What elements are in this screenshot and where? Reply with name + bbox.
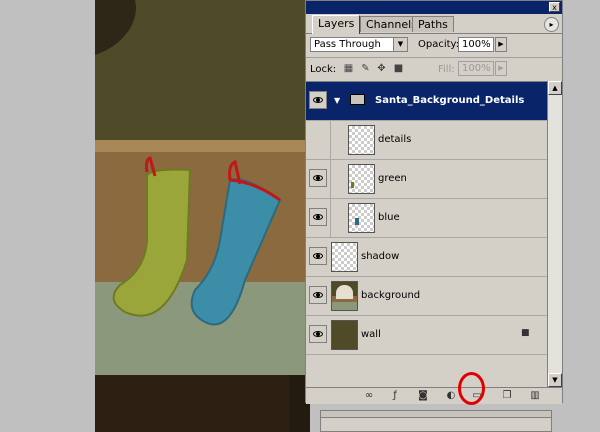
checker-lock-icon[interactable]: ▦ <box>343 63 354 74</box>
secondary-palette <box>320 410 552 432</box>
layer-name: green <box>378 173 407 184</box>
layer-thumbnail <box>331 242 358 272</box>
scroll-down-icon[interactable]: ▼ <box>548 373 562 387</box>
fill-label: Fill: <box>438 64 455 75</box>
palette-titlebar[interactable]: x <box>306 1 562 14</box>
link-icon[interactable]: ∞ <box>362 390 376 402</box>
layer-thumbnail <box>331 281 358 311</box>
close-icon[interactable]: x <box>549 2 560 12</box>
layer-wall[interactable]: wall ■ <box>306 316 547 355</box>
palette-tabs: Layers Channels Paths ▸ <box>306 14 562 34</box>
opacity-field[interactable]: 100% <box>458 37 494 52</box>
blend-mode-value: Pass Through <box>314 39 381 50</box>
eye-icon[interactable] <box>309 247 327 265</box>
divider <box>330 121 331 159</box>
blend-opacity-row: Pass Through ▼ Opacity: 100% ▶ <box>306 34 562 56</box>
layer-group-santa-background-details[interactable]: ▼ Santa_Background_Details <box>306 82 547 121</box>
highlight-circle <box>458 372 485 405</box>
layer-blue[interactable]: blue <box>306 199 547 238</box>
eye-icon[interactable] <box>309 208 327 226</box>
layer-background[interactable]: background <box>306 277 547 316</box>
lock-label: Lock: <box>310 64 337 75</box>
layer-thumbnail <box>348 164 375 194</box>
layers-list: ▼ Santa_Background_Details details green <box>306 81 547 388</box>
layer-style-icon[interactable]: ƒ <box>388 390 402 402</box>
blend-mode-select[interactable]: Pass Through ▼ <box>310 37 408 52</box>
layer-thumbnail <box>348 203 375 233</box>
folder-icon <box>350 94 365 105</box>
layers-bottom-toolbar: ∞ ƒ ◙ ◐ ▭ ❐ ▥ <box>306 387 562 404</box>
padlock-icon[interactable]: ■ <box>393 63 404 74</box>
layer-thumbnail <box>348 125 375 155</box>
document-canvas[interactable] <box>95 0 310 432</box>
eye-icon[interactable] <box>309 286 327 304</box>
fill-slider-arrow-icon[interactable]: ▶ <box>495 61 507 76</box>
opacity-label: Opacity: <box>418 39 460 50</box>
lock-icon: ■ <box>521 328 530 338</box>
adjustment-icon[interactable]: ◐ <box>444 390 458 402</box>
layer-name: shadow <box>361 251 400 262</box>
layers-palette: x Layers Channels Paths ▸ Pass Through ▼… <box>305 0 563 404</box>
mask-icon[interactable]: ◙ <box>416 390 430 402</box>
scroll-up-icon[interactable]: ▲ <box>548 81 562 95</box>
move-lock-icon[interactable]: ✥ <box>376 63 387 74</box>
lock-fill-row: Lock: ▦ ✎ ✥ ■ Fill: 100% ▶ <box>306 57 562 80</box>
trash-icon[interactable]: ▥ <box>528 390 542 402</box>
workspace: x Layers Channels Paths ▸ Pass Through ▼… <box>0 0 600 432</box>
tab-layers[interactable]: Layers <box>312 15 361 34</box>
chevron-down-icon[interactable]: ▼ <box>393 38 407 51</box>
expand-triangle-icon[interactable]: ▼ <box>334 96 340 105</box>
layer-shadow[interactable]: shadow <box>306 238 547 277</box>
fill-field[interactable]: 100% <box>458 61 494 76</box>
layer-name: background <box>361 290 421 301</box>
layer-name: wall <box>361 329 381 340</box>
stockings-artwork <box>95 0 310 432</box>
divider <box>330 160 331 198</box>
layer-name: blue <box>378 212 400 223</box>
tab-paths[interactable]: Paths <box>412 16 454 32</box>
layers-scrollbar[interactable]: ▲ ▼ <box>547 81 562 387</box>
divider <box>330 199 331 237</box>
workspace-background <box>0 0 95 432</box>
palette-menu-icon[interactable]: ▸ <box>544 17 559 32</box>
eye-icon[interactable] <box>309 169 327 187</box>
layer-name: Santa_Background_Details <box>375 95 525 106</box>
opacity-slider-arrow-icon[interactable]: ▶ <box>495 37 507 52</box>
layer-green[interactable]: green <box>306 160 547 199</box>
layer-thumbnail <box>331 320 358 350</box>
eye-icon[interactable] <box>309 325 327 343</box>
layer-name: details <box>378 134 412 145</box>
eye-icon[interactable] <box>309 91 327 109</box>
new-layer-icon[interactable]: ❐ <box>500 390 514 402</box>
layer-details[interactable]: details <box>306 121 547 160</box>
brush-lock-icon[interactable]: ✎ <box>360 63 371 74</box>
